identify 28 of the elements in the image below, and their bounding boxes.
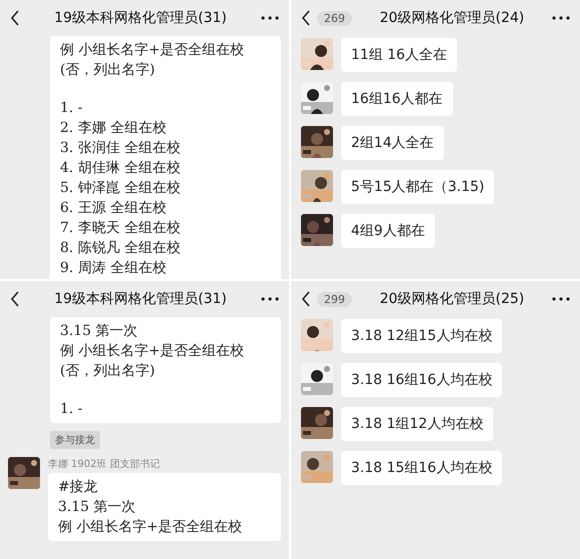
- message-bubble: 2组14人全在: [341, 126, 444, 160]
- back-icon[interactable]: [10, 291, 20, 307]
- message-bubble: 3.15 第一次 例 小组长名字+是否全组在校 (否，列出名字) 1. -: [50, 317, 281, 423]
- message-bubble: 例 小组长名字+是否全组在校 (否，列出名字) 1. - 2. 李娜 全组在校 3. 张润佳 全组在校 4. 胡佳琳 全组在校 5. 钟泽崑 全组在校 6. 王源 全组在校 7. 李晓天 全组在校 8. 陈锐凡 全组在校 9. 周涛 全组在校: [50, 36, 281, 279]
- back-icon[interactable]: [301, 291, 311, 307]
- more-icon[interactable]: [552, 16, 570, 20]
- message-bubble: #接龙 3.15 第一次 例 小组长名字+是否全组在校: [48, 473, 281, 541]
- message-bubble: 5号15人都在（3.15): [341, 170, 494, 204]
- unread-count: 269: [317, 10, 352, 26]
- chat-title: 20级网格化管理员(24): [378, 9, 526, 27]
- message-bubble: 3.18 16组16人均在校: [341, 363, 502, 397]
- message-bubble: 16组16人都在: [341, 82, 453, 116]
- message-bubble: 3.18 1组12人均在校: [341, 407, 494, 441]
- more-icon[interactable]: [261, 297, 279, 301]
- chat-title: 19级本科网格化管理员(31): [53, 9, 228, 27]
- more-icon[interactable]: [552, 297, 570, 301]
- message-bubble: 3.18 15组16人均在校: [341, 451, 502, 485]
- back-icon[interactable]: [301, 10, 311, 26]
- more-icon[interactable]: [261, 16, 279, 20]
- message-bubble: 3.18 12组15人均在校: [341, 319, 502, 353]
- back-icon[interactable]: [10, 10, 20, 26]
- sender-name: 李娜 1902班 团支部书记: [48, 458, 161, 471]
- message-bubble: 4组9人都在: [341, 214, 435, 248]
- message-bubble: 11组 16人全在: [341, 38, 458, 72]
- unread-count: 299: [317, 292, 352, 306]
- join-button[interactable]: 参与接龙: [50, 431, 100, 449]
- chat-title: 19级本科网格化管理员(31): [53, 290, 228, 308]
- chat-title: 20级网格化管理员(25): [378, 290, 526, 308]
